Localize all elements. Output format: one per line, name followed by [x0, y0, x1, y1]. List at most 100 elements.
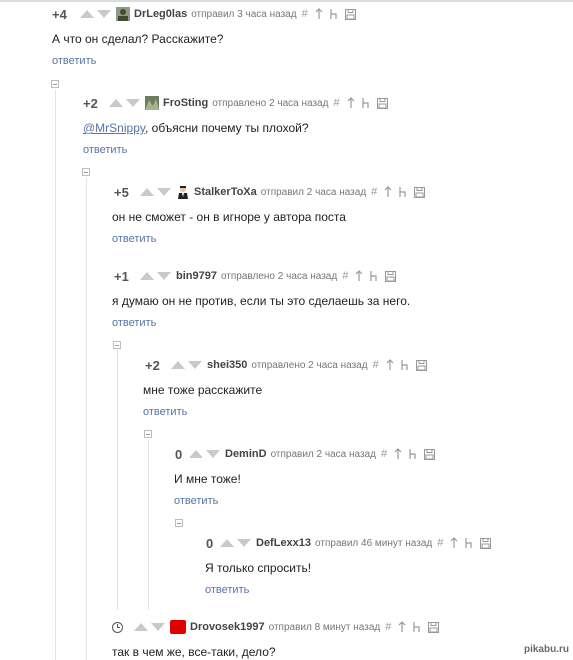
- upvote-icon[interactable]: [109, 99, 123, 107]
- avatar[interactable]: [116, 7, 130, 21]
- branch-icon[interactable]: [361, 97, 370, 109]
- save-icon[interactable]: [415, 359, 427, 371]
- comment-meta[interactable]: отправил 3 часа назад: [191, 9, 296, 20]
- collapse-toggle-icon[interactable]: [175, 519, 183, 527]
- comment-meta[interactable]: отправил 2 часа назад: [271, 449, 376, 460]
- reply-link[interactable]: ответить: [205, 584, 249, 596]
- branch-icon[interactable]: [413, 621, 421, 633]
- avatar[interactable]: [145, 96, 159, 110]
- downvote-icon[interactable]: [126, 99, 140, 107]
- hash-icon[interactable]: #: [371, 186, 377, 198]
- upvote-icon[interactable]: [80, 10, 94, 18]
- save-icon[interactable]: [414, 186, 426, 198]
- comment-text: Я только спросить!: [205, 561, 312, 575]
- comment-rating: +1: [114, 268, 129, 284]
- parent-arrow-icon[interactable]: [450, 537, 458, 549]
- upvote-icon[interactable]: [189, 450, 203, 458]
- reply-link[interactable]: ответить: [112, 317, 156, 329]
- parent-arrow-icon[interactable]: [315, 8, 323, 20]
- comment-rating: +2: [83, 95, 98, 111]
- hash-icon[interactable]: #: [373, 359, 379, 371]
- comment-rating: +5: [114, 184, 129, 200]
- comment-username[interactable]: FroSting: [163, 97, 208, 109]
- reply-link[interactable]: ответить: [52, 55, 96, 67]
- upvote-icon[interactable]: [171, 361, 185, 369]
- comment-text: я думаю он не против, если ты это сделае…: [112, 294, 411, 308]
- hash-icon[interactable]: #: [381, 448, 387, 460]
- save-icon[interactable]: [344, 8, 356, 20]
- collapse-toggle-icon[interactable]: [113, 341, 121, 349]
- hash-icon[interactable]: #: [437, 537, 443, 549]
- branch-icon[interactable]: [370, 270, 378, 282]
- save-icon[interactable]: [376, 97, 388, 109]
- branch-icon[interactable]: [465, 537, 473, 549]
- comment-username[interactable]: DefLexx13: [256, 537, 311, 549]
- comment-header: +5 StalkerToXa отправил 2 часа назад #: [114, 183, 432, 201]
- hash-icon[interactable]: #: [385, 621, 391, 633]
- downvote-icon[interactable]: [151, 623, 165, 631]
- branch-icon[interactable]: [399, 186, 407, 198]
- parent-arrow-icon[interactable]: [394, 448, 402, 460]
- comment-username[interactable]: DeminD: [225, 448, 267, 460]
- comment-username[interactable]: StalkerToXa: [194, 186, 257, 198]
- downvote-icon[interactable]: [157, 188, 171, 196]
- comment-text: @MrSnippy, объясни почему ты плохой?: [83, 121, 309, 135]
- upvote-icon[interactable]: [140, 188, 154, 196]
- comment-username[interactable]: shei350: [207, 359, 247, 371]
- parent-arrow-icon[interactable]: [386, 359, 394, 371]
- downvote-icon[interactable]: [157, 272, 171, 280]
- thread-line: [86, 178, 87, 660]
- upvote-icon[interactable]: [220, 539, 234, 547]
- avatar[interactable]: [176, 185, 190, 199]
- branch-icon[interactable]: [401, 359, 409, 371]
- parent-arrow-icon[interactable]: [384, 186, 392, 198]
- comment-meta[interactable]: отправил 8 минут назад: [269, 622, 381, 633]
- comment-rating: 0: [175, 446, 183, 462]
- collapse-toggle-icon[interactable]: [51, 80, 59, 88]
- comment-username[interactable]: DrLeg0las: [134, 8, 187, 20]
- branch-icon[interactable]: [409, 448, 417, 460]
- thread-line: [148, 440, 149, 610]
- upvote-icon[interactable]: [134, 623, 148, 631]
- upvote-icon[interactable]: [140, 272, 154, 280]
- hash-icon[interactable]: #: [342, 270, 348, 282]
- hash-icon[interactable]: #: [333, 97, 339, 109]
- comment-text: он не сможет - он в игноре у автора пост…: [112, 210, 346, 224]
- downvote-icon[interactable]: [237, 539, 251, 547]
- save-icon[interactable]: [385, 270, 397, 282]
- downvote-icon[interactable]: [188, 361, 202, 369]
- top-divider: [0, 0, 573, 2]
- downvote-icon[interactable]: [206, 450, 220, 458]
- comment-header: +1 bin9797 отправлено 2 часа назад #: [114, 267, 403, 285]
- save-icon[interactable]: [480, 537, 492, 549]
- comment-meta[interactable]: отправлено 2 часа назад: [221, 271, 337, 282]
- collapse-toggle-icon[interactable]: [82, 168, 90, 176]
- parent-arrow-icon[interactable]: [398, 621, 406, 633]
- save-icon[interactable]: [428, 621, 440, 633]
- comment-meta[interactable]: отправил 46 минут назад: [315, 538, 432, 549]
- branch-icon[interactable]: [330, 8, 338, 20]
- comment-text: мне тоже расскажите: [143, 383, 263, 397]
- parent-arrow-icon[interactable]: [355, 270, 363, 282]
- avatar[interactable]: [170, 620, 186, 634]
- downvote-icon[interactable]: [97, 10, 111, 18]
- save-icon[interactable]: [424, 448, 436, 460]
- reply-link[interactable]: ответить: [112, 233, 156, 245]
- reply-link[interactable]: ответить: [143, 406, 187, 418]
- comment-rating: +2: [145, 357, 160, 373]
- comment-text: А что он сделал? Расскажите?: [52, 32, 224, 46]
- collapse-toggle-icon[interactable]: [144, 430, 152, 438]
- hash-icon[interactable]: #: [302, 8, 308, 20]
- parent-arrow-icon[interactable]: [347, 97, 355, 109]
- comment-meta[interactable]: отправлено 2 часа назад: [251, 360, 367, 371]
- comment-meta[interactable]: отправлено 2 часа назад: [212, 98, 328, 109]
- reply-link[interactable]: ответить: [174, 495, 218, 507]
- comment-meta[interactable]: отправил 2 часа назад: [261, 187, 366, 198]
- user-mention-link[interactable]: @MrSnippy: [83, 121, 145, 135]
- comment-text: И мне тоже!: [174, 472, 241, 486]
- comment-header: 0 DefLexx13 отправил 46 минут назад #: [206, 534, 498, 552]
- comment-username[interactable]: bin9797: [176, 270, 217, 282]
- comment-username[interactable]: Drovosek1997: [190, 621, 265, 633]
- reply-link[interactable]: ответить: [83, 144, 127, 156]
- comment-header: +4 DrLeg0las отправил 3 часа назад #: [52, 5, 363, 23]
